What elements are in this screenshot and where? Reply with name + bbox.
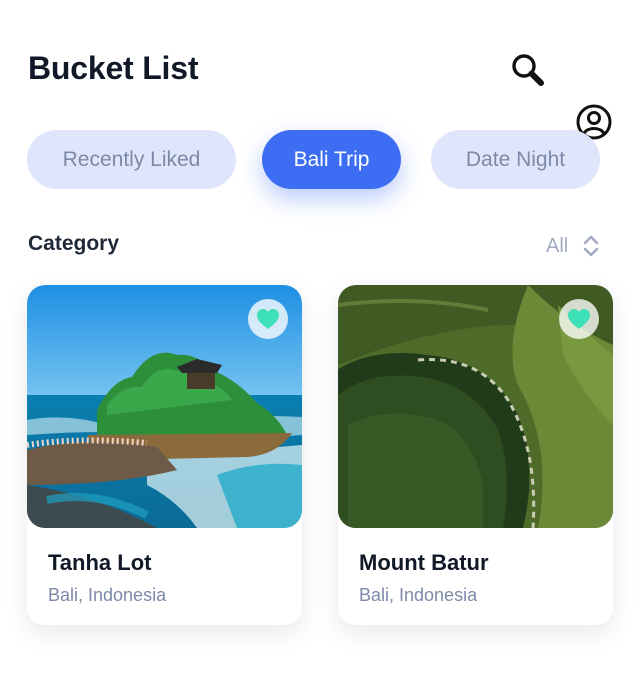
place-name: Tanha Lot [48,550,152,575]
sort-chevrons-icon [583,235,599,257]
place-image-mount-batur [338,285,613,528]
tab-recently-liked[interactable]: Recently Liked [27,130,236,189]
page-title: Bucket List [28,50,199,86]
favorite-button[interactable] [559,299,599,339]
tab-date-night[interactable]: Date Night [431,130,600,189]
search-icon [512,54,544,86]
heart-icon [257,309,279,329]
search-button[interactable] [508,50,548,90]
filter-label: All [546,234,569,257]
section-title: Category [28,232,120,255]
place-location: Bali, Indonesia [359,585,478,605]
category-filter[interactable]: All [546,230,614,262]
app-screen: Bucket List Recently Liked Bali Trip Dat… [0,0,640,680]
place-location: Bali, Indonesia [48,585,167,605]
place-card[interactable]: Mount Batur Bali, Indonesia [338,285,613,625]
tab-bali-trip[interactable]: Bali Trip [262,130,401,189]
favorite-button[interactable] [248,299,288,339]
place-image-tanah-lot [27,285,302,528]
place-name: Mount Batur [359,550,489,575]
heart-icon [568,309,590,329]
place-card[interactable]: Tanha Lot Bali, Indonesia [27,285,302,625]
